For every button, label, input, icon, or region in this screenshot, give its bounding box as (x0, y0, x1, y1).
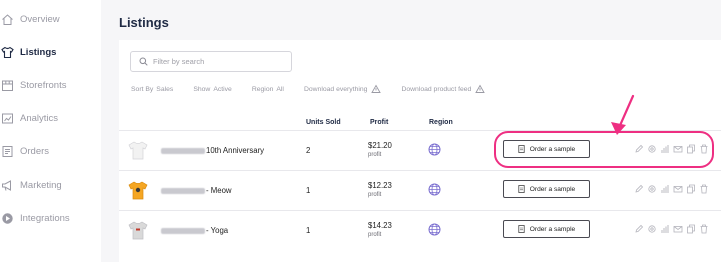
region-dropdown[interactable]: Region All (252, 86, 284, 93)
product-name[interactable]: - Meow (161, 186, 232, 195)
search-icon (139, 57, 148, 66)
sort-label: Sort By (131, 85, 154, 93)
filter-bar: Sort By Sales Show Active Region All Dow… (131, 83, 505, 95)
sidebar-item-label: Storefronts (20, 79, 67, 91)
product-name-text: 10th Anniversary (206, 146, 265, 155)
profit-sublabel: profit (368, 232, 382, 238)
edit-icon[interactable] (634, 224, 644, 234)
integrations-icon (0, 211, 14, 225)
show-dropdown[interactable]: Show Active (193, 86, 232, 93)
download-everything-label: Download everything (303, 85, 368, 93)
sort-value: Sales (156, 85, 174, 93)
row-actions (634, 184, 712, 194)
stats-icon[interactable] (660, 224, 670, 234)
sidebar-item-label: Analytics (20, 112, 59, 124)
order-sample-label: Order a sample (529, 225, 576, 233)
edit-icon[interactable] (634, 184, 644, 194)
units-sold: 2 (306, 146, 311, 155)
profit-sublabel: profit (368, 192, 382, 198)
profit-value: $12.23 (368, 181, 392, 190)
show-value: Active (213, 85, 232, 93)
download-icon (371, 84, 382, 94)
document-icon (518, 225, 525, 233)
sidebar-item-overview[interactable]: Overview (0, 9, 60, 29)
globe-icon[interactable] (428, 143, 441, 161)
home-icon (0, 12, 14, 26)
sidebar-item-label: Orders (20, 145, 50, 157)
column-header-profit: Profit (370, 119, 389, 126)
product-thumbnail (127, 219, 149, 241)
download-icon (475, 84, 486, 94)
duplicate-icon[interactable] (686, 224, 696, 234)
order-sample-label: Order a sample (529, 185, 576, 193)
sidebar-item-storefronts[interactable]: Storefronts (0, 75, 66, 95)
sidebar-item-marketing[interactable]: Marketing (0, 175, 62, 195)
download-feed-link[interactable]: Download product feed (401, 84, 486, 94)
mail-icon[interactable] (673, 184, 683, 194)
storefront-icon (0, 78, 14, 92)
sidebar-item-label: Listings (20, 46, 57, 58)
show-label: Show (193, 85, 211, 93)
redacted-text (161, 147, 205, 154)
search-input[interactable]: Filter by search (130, 51, 292, 72)
product-thumbnail (127, 179, 149, 201)
redacted-text (161, 187, 205, 194)
trash-icon[interactable] (699, 224, 709, 234)
sidebar: Overview Listings Storefronts Analytics … (0, 0, 100, 262)
search-placeholder: Filter by search (153, 57, 205, 66)
profit-sublabel: profit (368, 152, 382, 158)
document-icon (518, 185, 525, 193)
sidebar-item-analytics[interactable]: Analytics (0, 108, 58, 128)
product-name-text: - Yoga (206, 226, 229, 235)
analytics-icon (0, 111, 14, 125)
settings-icon[interactable] (647, 224, 657, 234)
column-header-units: Units Sold (306, 119, 341, 126)
sidebar-item-integrations[interactable]: Integrations (0, 208, 70, 228)
download-feed-label: Download product feed (401, 85, 472, 93)
sidebar-item-label: Marketing (20, 179, 62, 191)
globe-icon[interactable] (428, 223, 441, 241)
duplicate-icon[interactable] (686, 184, 696, 194)
sidebar-item-orders[interactable]: Orders (0, 141, 49, 161)
annotation-arrow (600, 92, 640, 143)
sort-dropdown[interactable]: Sort By Sales (131, 86, 173, 93)
units-sold: 1 (306, 226, 311, 235)
region-label: Region (251, 85, 274, 93)
stats-icon[interactable] (660, 184, 670, 194)
order-sample-button[interactable]: Order a sample (503, 180, 590, 198)
profit-value: $14.23 (368, 221, 392, 230)
column-header-region: Region (429, 119, 453, 126)
orders-icon (0, 144, 14, 158)
shirt-icon (0, 45, 14, 59)
product-thumbnail (127, 139, 149, 161)
globe-icon[interactable] (428, 183, 441, 201)
region-value: All (276, 85, 284, 93)
megaphone-icon (0, 178, 14, 192)
product-name[interactable]: 10th Anniversary (161, 146, 264, 155)
product-name[interactable]: - Yoga (161, 226, 228, 235)
profit-cell: $21.20 profit (368, 141, 392, 158)
row-actions (634, 224, 712, 234)
table-row[interactable]: - Meow 1 $12.23 profit Order a sample (119, 170, 721, 210)
profit-value: $21.20 (368, 141, 392, 150)
page-title: Listings (119, 15, 169, 30)
order-sample-button[interactable]: Order a sample (503, 220, 590, 238)
profit-cell: $12.23 profit (368, 181, 392, 198)
redacted-text (161, 227, 205, 234)
units-sold: 1 (306, 186, 311, 195)
sidebar-item-listings[interactable]: Listings (0, 42, 56, 62)
download-everything-link[interactable]: Download everything (303, 84, 382, 94)
table-row[interactable]: - Yoga 1 $14.23 profit Order a sample (119, 210, 721, 250)
sidebar-item-label: Overview (20, 13, 60, 25)
product-name-text: - Meow (206, 186, 232, 195)
mail-icon[interactable] (673, 224, 683, 234)
settings-icon[interactable] (647, 184, 657, 194)
trash-icon[interactable] (699, 184, 709, 194)
profit-cell: $14.23 profit (368, 221, 392, 238)
sidebar-item-label: Integrations (20, 212, 70, 224)
